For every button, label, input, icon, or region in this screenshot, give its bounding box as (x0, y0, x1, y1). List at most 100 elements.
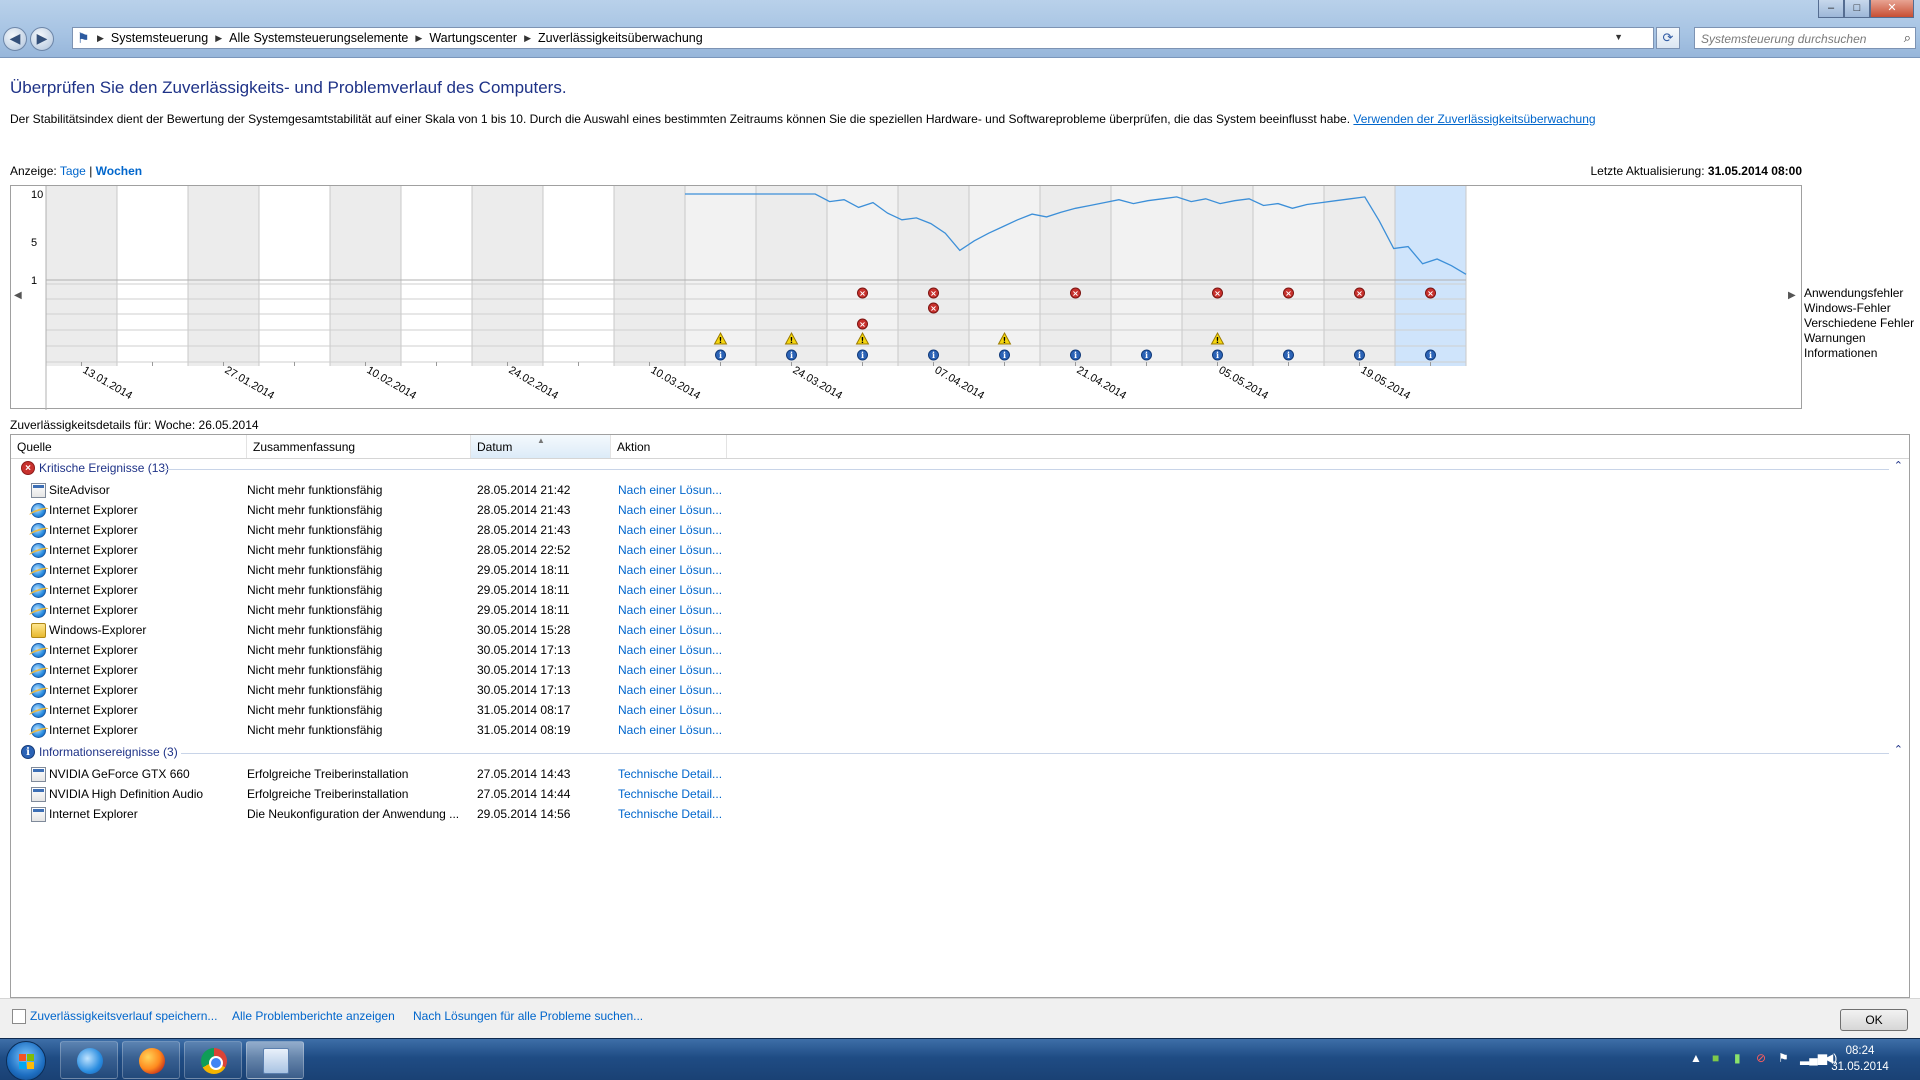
column-date[interactable]: ▲ Datum (471, 435, 611, 458)
search-input[interactable]: Systemsteuerung durchsuchen ⌕ (1694, 27, 1916, 49)
ie-icon (31, 603, 46, 618)
chart-scroll-right-icon[interactable]: ▶ (1788, 290, 1796, 301)
ie-icon (31, 683, 46, 698)
view-days-link[interactable]: Tage (60, 164, 86, 178)
check-all-solutions-link[interactable]: Nach Lösungen für alle Probleme suchen..… (413, 1009, 643, 1023)
row-summary: Nicht mehr funktionsfähig (247, 643, 383, 657)
stability-chart-svg[interactable]: 10 5 1 × × × × × × × × ×!!!! ! i i i i i i i i i i i 13.01.2014 2… (11, 186, 1803, 410)
taskbar-control-panel[interactable] (246, 1041, 304, 1079)
chart-legend: Anwendungsfehler Windows-Fehler Verschie… (1804, 286, 1914, 361)
minimize-button[interactable]: – (1818, 0, 1844, 18)
row-date: 28.05.2014 21:43 (477, 503, 571, 517)
column-action[interactable]: Aktion (611, 435, 727, 458)
collapse-chevron-icon[interactable]: ⌃ (1894, 459, 1903, 472)
taskbar-firefox[interactable] (122, 1041, 180, 1079)
row-action-link[interactable]: Technische Detail... (618, 807, 722, 821)
row-action-link[interactable]: Nach einer Lösun... (618, 563, 722, 577)
help-link[interactable]: Verwenden der Zuverlässigkeitsüberwachun… (1353, 112, 1595, 126)
table-row[interactable]: Internet Explorer Die Neukonfiguration de… (11, 804, 1909, 824)
column-source[interactable]: Quelle (11, 435, 247, 458)
table-row[interactable]: Internet Explorer Nicht mehr funktionsfäh… (11, 540, 1909, 560)
forward-button[interactable]: ▶ (30, 27, 54, 51)
chart-scroll-left-icon[interactable]: ◀ (14, 290, 22, 301)
row-action-link[interactable]: Nach einer Lösun... (618, 503, 722, 517)
row-action-link[interactable]: Nach einer Lösun... (618, 523, 722, 537)
row-action-link[interactable]: Nach einer Lösun... (618, 723, 722, 737)
event-group-title[interactable]: Informationsereignisse (3) (39, 745, 178, 759)
group-divider (163, 469, 1889, 470)
row-action-link[interactable]: Nach einer Lösun... (618, 603, 722, 617)
row-action-link[interactable]: Nach einer Lösun... (618, 663, 722, 677)
table-row[interactable]: Internet Explorer Nicht mehr funktionsfäh… (11, 600, 1909, 620)
row-action-link[interactable]: Nach einer Lösun... (618, 643, 722, 657)
stability-chart[interactable]: 10 5 1 × × × × × × × × ×!!!!! i i i i i i i i i i i 13.01.2014 2… (10, 185, 1803, 410)
breadcrumb-item[interactable]: Wartungscenter (422, 31, 524, 45)
breadcrumb-item[interactable]: Systemsteuerung (104, 31, 215, 45)
action-center-flag-icon[interactable]: ⚑ (1778, 1051, 1789, 1065)
app-error-icon-glyph: × (930, 289, 937, 298)
row-action-link[interactable]: Nach einer Lösun... (618, 483, 722, 497)
ie-icon (31, 643, 46, 658)
view-weeks-link[interactable]: Wochen (96, 164, 142, 178)
table-row[interactable]: Internet Explorer Nicht mehr funktionsfäh… (11, 640, 1909, 660)
address-dropdown-icon[interactable]: ▼ (1614, 32, 1623, 42)
chart-column (1111, 186, 1182, 366)
table-row[interactable]: Internet Explorer Nicht mehr funktionsfäh… (11, 660, 1909, 680)
row-action-link[interactable]: Nach einer Lösun... (618, 683, 722, 697)
start-button[interactable] (6, 1041, 46, 1080)
chart-x-tick-label: 07.04.2014 (933, 364, 987, 402)
table-row[interactable]: Windows-Explorer Nicht mehr funktionsfähi… (11, 620, 1909, 640)
all-reports-link[interactable]: Alle Problemberichte anzeigen (232, 1009, 395, 1023)
legend-misc-errors: Verschiedene Fehler (1804, 316, 1915, 330)
event-group-title[interactable]: Kritische Ereignisse (13) (39, 461, 169, 475)
collapse-chevron-icon[interactable]: ⌃ (1894, 743, 1903, 756)
row-action-link[interactable]: Nach einer Lösun... (618, 583, 722, 597)
nvidia-icon[interactable]: ■ (1712, 1051, 1719, 1065)
row-action-link[interactable]: Technische Detail... (618, 787, 722, 801)
event-group[interactable]: i Informationsereignisse (3) ⌃ (11, 743, 1909, 761)
save-history-link[interactable]: Zuverlässigkeitsverlauf speichern... (30, 1009, 217, 1023)
antivirus-icon[interactable]: ⊘ (1756, 1051, 1766, 1065)
taskbar-chrome[interactable] (184, 1041, 242, 1079)
table-row[interactable]: Internet Explorer Nicht mehr funktionsfäh… (11, 580, 1909, 600)
ie-icon (31, 723, 46, 738)
search-icon[interactable]: ⌕ (1904, 30, 1911, 46)
row-action-link[interactable]: Nach einer Lösun... (618, 703, 722, 717)
table-row[interactable]: Internet Explorer Nicht mehr funktionsfäh… (11, 560, 1909, 580)
maximize-button[interactable]: □ (1844, 0, 1870, 18)
table-row[interactable]: Internet Explorer Nicht mehr funktionsfäh… (11, 500, 1909, 520)
event-group[interactable]: × Kritische Ereignisse (13) ⌃ (11, 459, 1909, 477)
battery-icon[interactable]: ▮ (1734, 1051, 1741, 1065)
taskbar-internet-explorer[interactable] (60, 1041, 118, 1079)
system-clock[interactable]: 08:24 31.05.2014 (1820, 1043, 1900, 1075)
row-action-link[interactable]: Nach einer Lösun... (618, 543, 722, 557)
chart-y-tick-label: 10 (31, 189, 43, 201)
refresh-button[interactable]: ⟳ (1656, 27, 1680, 49)
last-update: Letzte Aktualisierung: 31.05.2014 08:00 (1590, 164, 1802, 178)
app-error-icon-glyph: × (1356, 289, 1363, 298)
breadcrumb-item[interactable]: Zuverlässigkeitsüberwachung (531, 31, 710, 45)
row-source: Internet Explorer (49, 663, 138, 677)
breadcrumb-item[interactable]: Alle Systemsteuerungselemente (222, 31, 415, 45)
table-row[interactable]: SiteAdvisor Nicht mehr funktionsfähig 28.0… (11, 480, 1909, 500)
table-row[interactable]: NVIDIA GeForce GTX 660 Erfolgreiche Treib… (11, 764, 1909, 784)
app-error-icon-glyph: × (1214, 289, 1221, 298)
table-row[interactable]: Internet Explorer Nicht mehr funktionsfäh… (11, 680, 1909, 700)
row-date: 29.05.2014 14:56 (477, 807, 571, 821)
details-list[interactable]: Quelle Zusammenfassung ▲ Datum Aktion × K… (10, 434, 1910, 998)
tray-expand-icon[interactable]: ▲ (1690, 1051, 1702, 1065)
row-action-link[interactable]: Technische Detail... (618, 767, 722, 781)
table-row[interactable]: Internet Explorer Nicht mehr funktionsfäh… (11, 720, 1909, 740)
table-row[interactable]: NVIDIA High Definition Audio Erfolgreiche… (11, 784, 1909, 804)
row-action-link[interactable]: Nach einer Lösun... (618, 623, 722, 637)
information-icon-glyph: i (719, 350, 722, 360)
information-icon-glyph: i (1429, 350, 1432, 360)
column-summary[interactable]: Zusammenfassung (247, 435, 471, 458)
row-source: Internet Explorer (49, 703, 138, 717)
close-button[interactable]: ✕ (1870, 0, 1914, 18)
table-row[interactable]: Internet Explorer Nicht mehr funktionsfäh… (11, 520, 1909, 540)
ok-button[interactable]: OK (1840, 1009, 1908, 1031)
address-bar[interactable]: ⚑ ▶ Systemsteuerung ▶ Alle Systemsteueru… (72, 27, 1654, 49)
back-button[interactable]: ◀ (3, 27, 27, 51)
table-row[interactable]: Internet Explorer Nicht mehr funktionsfäh… (11, 700, 1909, 720)
